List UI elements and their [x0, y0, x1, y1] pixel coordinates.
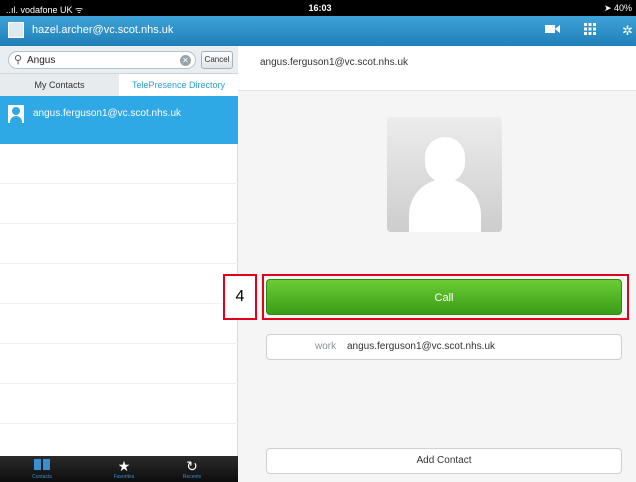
signed-in-user[interactable]: hazel.archer@vc.scot.nhs.uk — [32, 24, 173, 36]
work-address: angus.ferguson1@vc.scot.nhs.uk — [347, 341, 496, 352]
bottom-tab-bar: Contacts ★ Favorites ↻ Recents — [0, 456, 238, 482]
search-row: ⚲ ✕ Cancel — [0, 46, 238, 74]
contact-name: angus.ferguson1@vc.scot.nhs.uk — [33, 108, 182, 119]
user-avatar[interactable] — [8, 22, 24, 38]
empty-row — [0, 264, 238, 304]
work-address-row[interactable]: work angus.ferguson1@vc.scot.nhs.uk — [266, 334, 622, 360]
contact-photo-placeholder — [387, 117, 502, 232]
tab-favorites[interactable]: ★ Favorites — [104, 456, 144, 482]
clock: 16:03 — [308, 3, 332, 13]
empty-row — [0, 304, 238, 344]
empty-row — [0, 144, 238, 184]
work-label: work — [315, 341, 337, 352]
battery-indicator: ➤ 40% — [603, 3, 632, 13]
add-contact-button[interactable]: Add Contact — [266, 448, 622, 474]
settings-gear-icon[interactable]: ✲ — [622, 23, 633, 39]
tab-contacts-label: Contacts — [32, 474, 52, 480]
contacts-book-icon — [22, 458, 62, 474]
tab-telepresence-directory[interactable]: TelePresence Directory — [119, 74, 238, 96]
contact-source-tabs: My Contacts TelePresence Directory — [0, 74, 238, 96]
contacts-pane: ⚲ ✕ Cancel My Contacts TelePresence Dire… — [0, 46, 238, 482]
recents-clock-icon: ↻ — [186, 458, 198, 474]
empty-row — [0, 344, 238, 384]
status-bar: ..ıl. vodafone UK ᯤ 16:03 ➤ 40% — [0, 0, 636, 16]
annotation-step-number: 4 — [223, 274, 257, 320]
carrier-label: ..ıl. vodafone UK ᯤ — [6, 5, 84, 15]
contact-detail-pane: angus.ferguson1@vc.scot.nhs.uk Call work… — [238, 46, 636, 482]
cancel-button[interactable]: Cancel — [201, 51, 233, 69]
tab-recents[interactable]: ↻ Recents — [172, 456, 212, 482]
empty-row — [0, 384, 238, 424]
tab-recents-label: Recents — [182, 474, 202, 480]
app-header: hazel.archer@vc.scot.nhs.uk ✲ — [0, 16, 636, 46]
empty-row — [0, 184, 238, 224]
detail-header: angus.ferguson1@vc.scot.nhs.uk — [238, 46, 636, 91]
favorites-star-icon: ★ — [117, 458, 131, 474]
search-results-list: angus.ferguson1@vc.scot.nhs.uk — [0, 96, 238, 424]
search-box[interactable]: ⚲ ✕ — [8, 51, 196, 69]
video-camera-icon[interactable] — [545, 23, 560, 39]
contact-avatar-icon — [8, 105, 24, 123]
search-icon: ⚲ — [14, 54, 23, 66]
tab-favorites-label: Favorites — [113, 474, 135, 480]
annotation-highlight-box — [262, 274, 629, 320]
search-input[interactable] — [27, 53, 167, 67]
tab-contacts[interactable]: Contacts — [22, 456, 62, 482]
clear-search-icon[interactable]: ✕ — [180, 55, 191, 66]
keypad-grid-icon[interactable] — [584, 23, 596, 39]
list-item[interactable]: angus.ferguson1@vc.scot.nhs.uk — [0, 96, 238, 144]
empty-row — [0, 224, 238, 264]
tab-my-contacts[interactable]: My Contacts — [0, 74, 119, 96]
contact-title: angus.ferguson1@vc.scot.nhs.uk — [260, 57, 409, 68]
